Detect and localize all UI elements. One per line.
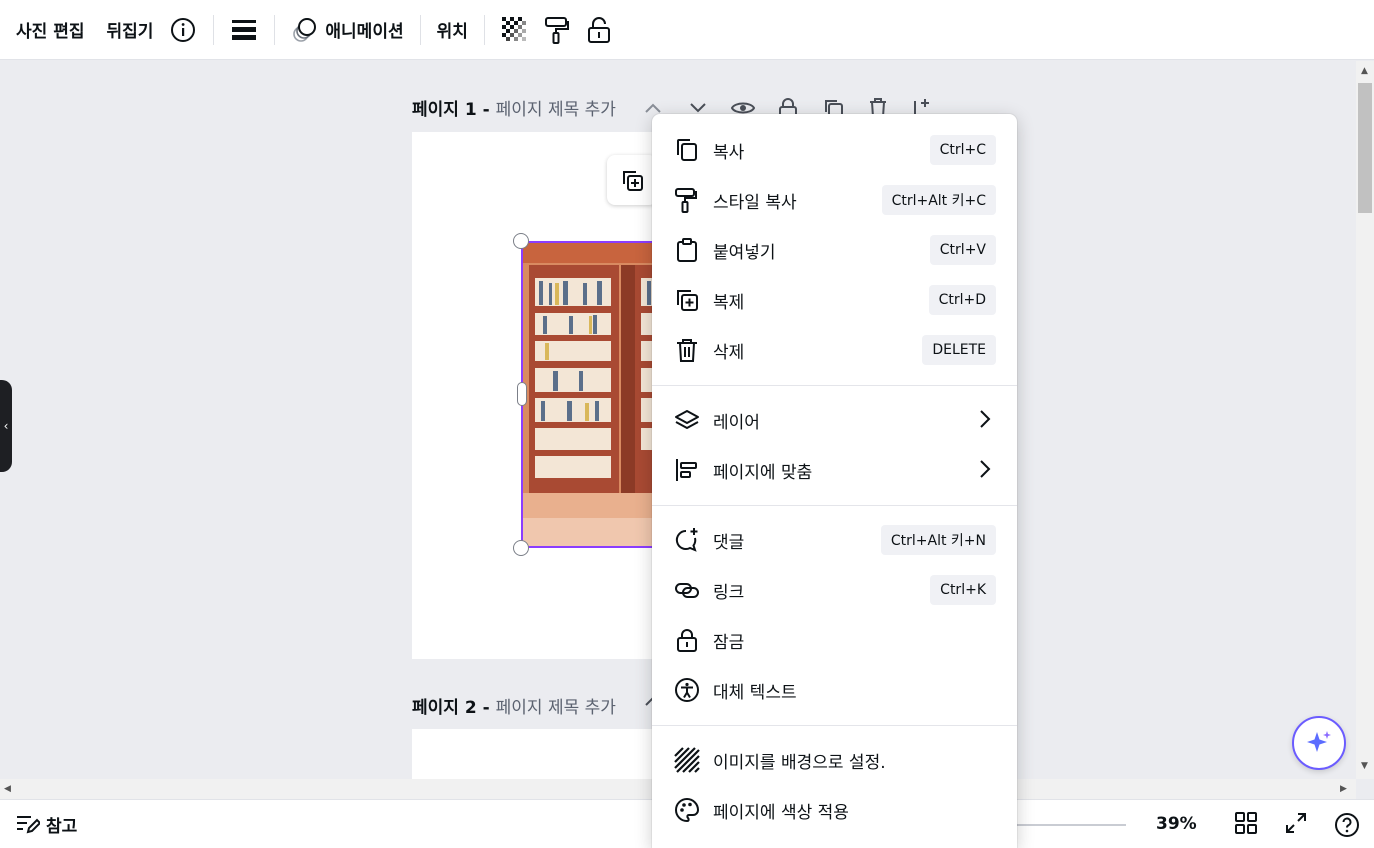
menu-item-layers[interactable]: 레이어 [652,395,1017,445]
scrollbar-thumb[interactable] [1358,83,1372,213]
menu-item-set-background[interactable]: 이미지를 배경으로 설정. [652,735,1017,785]
clipboard-icon [674,237,700,263]
animate-icon [291,16,319,44]
shortcut-badge: Ctrl+Alt 키+N [880,525,996,555]
menu-item-copy[interactable]: 복사 Ctrl+C [652,125,1017,175]
animate-button[interactable]: 애니메이션 [291,10,404,50]
zoom-percentage[interactable]: 39% [1156,814,1197,834]
animate-label: 애니메이션 [325,22,404,42]
magic-assistant-button[interactable] [1292,716,1346,770]
toolbar-divider [213,14,215,45]
page-2-name: 페이지 2 - [412,697,490,718]
page-2-header: 페이지 2 - 페이지 제목 추가 [412,691,616,719]
paint-roller-icon [674,187,700,213]
flip-button[interactable]: 뒤집기 [106,10,153,50]
resize-handle-bottom-left[interactable] [513,540,529,556]
position-button[interactable]: 위치 [437,10,468,50]
paint-roller-icon[interactable] [543,16,571,44]
menu-item-paste[interactable]: 붙여넣기 Ctrl+V [652,225,1017,275]
chevron-right-icon [979,459,991,483]
menu-item-copy-style[interactable]: 스타일 복사 Ctrl+Alt 키+C [652,175,1017,225]
chevron-up-icon[interactable] [630,102,675,114]
scroll-down-arrow-icon[interactable]: ▼ [1361,761,1368,771]
link-icon [674,577,700,603]
menu-divider [652,725,1017,726]
background-icon [674,747,700,773]
sparkle-icon [1307,731,1331,752]
layers-icon [674,407,700,433]
menu-item-duplicate[interactable]: 복제 Ctrl+D [652,275,1017,325]
notes-label: 참고 [46,816,78,837]
copy-icon [674,137,700,163]
shortcut-badge: Ctrl+C [929,135,996,165]
lock-icon[interactable] [585,16,613,44]
edit-photo-button[interactable]: 사진 편집 [16,10,84,50]
menu-item-comment[interactable]: 댓글 Ctrl+Alt 키+N [652,515,1017,565]
toolbar-divider [419,14,421,45]
notes-button[interactable]: 참고 [16,812,77,837]
scroll-left-arrow-icon[interactable]: ◀ [4,784,11,794]
scroll-right-arrow-icon[interactable]: ▶ [1340,784,1347,794]
palette-icon [674,797,700,823]
border-style-icon[interactable] [230,16,258,44]
menu-item-align-to-page[interactable]: 페이지에 맞춤 [652,445,1017,495]
context-menu: 복사 Ctrl+C 스타일 복사 Ctrl+Alt 키+C 붙여넣기 Ctrl+… [652,114,1017,848]
shortcut-badge: Ctrl+V [929,235,996,265]
resize-handle-left[interactable] [517,382,527,406]
menu-item-apply-colors[interactable]: 페이지에 색상 적용 [652,785,1017,835]
collapse-panel-tab[interactable]: ‹ [0,380,12,472]
notes-icon [17,816,40,834]
resize-handle-top-left[interactable] [513,233,529,249]
menu-divider [652,385,1017,386]
shortcut-badge: Ctrl+K [930,575,996,605]
shortcut-badge: DELETE [922,335,996,365]
info-icon[interactable] [169,16,197,44]
menu-item-delete[interactable]: 삭제 DELETE [652,325,1017,375]
duplicate-icon [623,171,643,191]
fullscreen-icon[interactable] [1285,812,1307,838]
page-1-name: 페이지 1 - [412,99,490,120]
toolbar-divider [483,14,485,45]
zoom-slider[interactable] [1016,824,1126,826]
help-icon[interactable] [1334,812,1360,842]
align-icon [674,457,700,483]
chevron-down-icon[interactable] [675,102,720,114]
page-2-title-input[interactable]: 페이지 제목 추가 [496,693,616,718]
duplicate-icon [674,287,700,313]
lock-icon [674,627,700,653]
menu-item-link[interactable]: 링크 Ctrl+K [652,565,1017,615]
top-toolbar: 사진 편집 뒤집기 애니메이션 위치 [0,0,1374,60]
trash-icon [674,337,700,363]
menu-divider [652,505,1017,506]
floating-duplicate-button[interactable] [607,155,657,205]
page-1-title-input[interactable]: 페이지 제목 추가 [496,95,616,120]
transparency-icon[interactable] [501,16,529,44]
page-1-header: 페이지 1 - 페이지 제목 추가 [412,93,616,121]
menu-item-alt-text[interactable]: 대체 텍스트 [652,665,1017,715]
scroll-up-arrow-icon[interactable]: ▲ [1361,66,1368,76]
menu-item-lock[interactable]: 잠금 [652,615,1017,665]
shortcut-badge: Ctrl+Alt 키+C [881,185,996,215]
vertical-scrollbar[interactable]: ▲ ▼ [1356,61,1374,779]
shortcut-badge: Ctrl+D [928,285,996,315]
accessibility-icon [674,677,700,703]
chevron-right-icon [979,409,991,433]
comment-icon [674,527,700,553]
toolbar-divider [274,14,276,45]
grid-view-icon[interactable] [1235,812,1257,838]
